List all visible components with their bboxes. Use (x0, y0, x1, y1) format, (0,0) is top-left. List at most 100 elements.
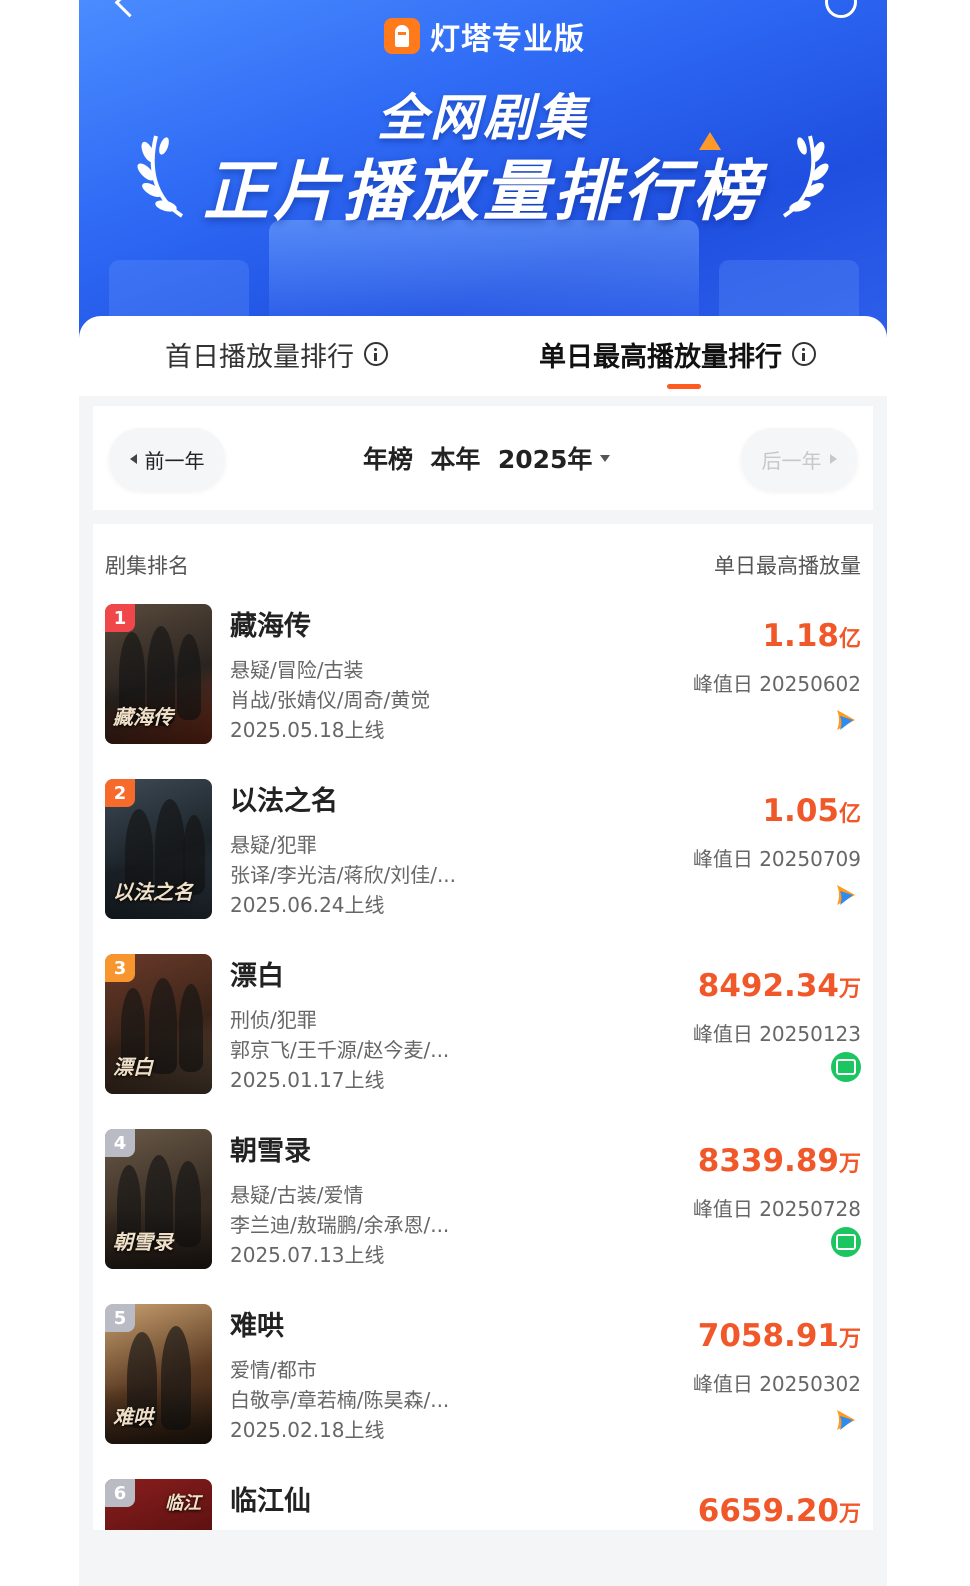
peak-play-count: 8339.89万 (698, 1143, 861, 1179)
poster-title: 藏海传 (113, 705, 173, 729)
banner-title-line2: 正片播放量排行榜 (203, 153, 763, 230)
peak-day: 峰值日 20250602 (692, 672, 861, 696)
tab-label: 单日最高播放量排行 (539, 341, 782, 373)
peak-play-value: 7058.91 (697, 1318, 839, 1354)
iqiyi-icon (831, 1227, 861, 1257)
previous-year-button[interactable]: 前一年 (109, 428, 225, 490)
drama-title: 临江仙 (230, 1486, 311, 1517)
list-item[interactable]: 漂白 3 漂白 刑侦/犯罪 郭京飞/王千源/赵今麦/... 2025.01.17… (93, 954, 873, 1129)
triangle-left-icon (129, 454, 137, 464)
poster-image: 藏海传 1 (105, 604, 212, 744)
info-icon[interactable] (364, 342, 388, 366)
peak-day: 峰值日 20250709 (692, 847, 861, 871)
drama-cast: 白敬亭/章若楠/陈昊森/... (230, 1388, 450, 1412)
drama-title: 以法之名 (230, 786, 338, 817)
year-dropdown-label: 年榜 本年 2025年 (363, 445, 593, 474)
list-item[interactable]: 难哄 5 难哄 爱情/都市 白敬亭/章若楠/陈昊森/... 2025.02.18… (93, 1304, 873, 1479)
peak-day: 峰值日 20250728 (692, 1197, 861, 1221)
drama-cast: 李兰迪/敖瑞鹏/余承恩/... (230, 1213, 450, 1237)
peak-play-count: 7058.91万 (698, 1318, 861, 1354)
peak-play-value: 1.18 (762, 618, 839, 654)
ranking-tabs: 首日播放量排行 单日最高播放量排行 (79, 316, 887, 396)
drama-genre: 悬疑/古装/爱情 (230, 1183, 364, 1207)
previous-year-label: 前一年 (144, 448, 205, 473)
poster-image: 朝雪录 4 (105, 1129, 212, 1269)
laurel-right-icon (782, 135, 829, 218)
up-arrow-icon (699, 132, 721, 150)
brand: 灯塔专业版 (384, 14, 585, 58)
tencent-video-icon (837, 1410, 855, 1430)
drama-title: 朝雪录 (230, 1136, 311, 1167)
podium-decoration (269, 220, 699, 330)
info-icon[interactable] (792, 342, 816, 366)
drama-release-date: 2025.07.13上线 (230, 1243, 385, 1267)
peak-play-unit: 万 (838, 977, 861, 1002)
year-dropdown[interactable]: 年榜 本年 2025年 (363, 440, 611, 476)
tab-label: 首日播放量排行 (165, 341, 354, 373)
rank-badge: 2 (105, 779, 135, 807)
active-tab-indicator (667, 384, 701, 389)
peak-play-count: 1.05亿 (762, 793, 861, 829)
drama-title: 难哄 (230, 1311, 284, 1342)
next-year-label: 后一年 (761, 448, 822, 473)
drama-release-date: 2025.06.24上线 (230, 893, 385, 917)
next-year-button[interactable]: 后一年 (741, 428, 857, 490)
poster-title: 朝雪录 (113, 1230, 173, 1254)
poster-image: 以法之名 2 (105, 779, 212, 919)
caret-down-icon (600, 454, 611, 462)
column-header-peak-plays: 单日最高播放量 (714, 554, 861, 578)
triangle-right-icon (829, 454, 837, 464)
tab-single-day-peak-plays[interactable]: 单日最高播放量排行 (539, 334, 816, 374)
rank-badge: 5 (105, 1304, 135, 1332)
drama-title: 漂白 (230, 961, 284, 992)
drama-cast: 郭京飞/王千源/赵今麦/... (230, 1038, 450, 1062)
drama-release-date: 2025.05.18上线 (230, 718, 385, 742)
list-item[interactable]: 以法之名 2 以法之名 悬疑/犯罪 张译/李光洁/蒋欣/刘佳/... 2025.… (93, 779, 873, 954)
peak-day: 峰值日 20250302 (692, 1372, 861, 1396)
poster-image: 难哄 5 (105, 1304, 212, 1444)
drama-genre: 悬疑/犯罪 (230, 833, 317, 857)
drama-genre: 爱情/都市 (230, 1358, 317, 1382)
peak-play-value: 1.05 (762, 793, 839, 829)
app-screen: 灯塔专业版 全网剧集 正片播放量排行榜 首日播放量排行 单日最高播放量排行 前一… (79, 0, 887, 1586)
peak-play-value: 8339.89 (697, 1143, 839, 1179)
brand-name: 灯塔专业版 (430, 22, 585, 57)
peak-play-count: 8492.34万 (698, 968, 861, 1004)
peak-play-count: 6659.20万 (698, 1493, 861, 1529)
share-icon[interactable] (825, 0, 857, 18)
tencent-video-icon (837, 710, 855, 730)
rank-badge: 6 (105, 1479, 135, 1507)
peak-play-unit: 万 (838, 1327, 861, 1352)
poster-title: 以法之名 (113, 880, 193, 904)
drama-cast: 肖战/张婧仪/周奇/黄觉 (230, 688, 431, 712)
list-item[interactable]: 藏海传 1 藏海传 悬疑/冒险/古装 肖战/张婧仪/周奇/黄觉 2025.05.… (93, 604, 873, 779)
poster-title: 漂白 (113, 1055, 153, 1079)
peak-play-unit: 万 (838, 1152, 861, 1177)
rank-badge: 4 (105, 1129, 135, 1157)
drama-cast: 张译/李光洁/蒋欣/刘佳/... (230, 863, 457, 887)
year-selector: 前一年 年榜 本年 2025年 后一年 (93, 406, 873, 510)
bottom-bar (79, 1530, 887, 1586)
peak-day: 峰值日 20250123 (692, 1022, 861, 1046)
column-header-drama-rank: 剧集排名 (105, 554, 189, 578)
back-arrow-icon[interactable] (114, 0, 145, 18)
peak-play-unit: 万 (838, 1502, 861, 1527)
tencent-video-icon (837, 885, 855, 905)
ranking-list: 剧集排名 单日最高播放量 藏海传 1 藏海传 悬疑/冒险/古装 肖战/张婧仪/周… (93, 524, 873, 1586)
drama-title: 藏海传 (230, 611, 311, 642)
poster-image: 漂白 3 (105, 954, 212, 1094)
tab-first-day-plays[interactable]: 首日播放量排行 (165, 334, 388, 374)
lighthouse-logo-icon (384, 18, 420, 54)
drama-genre: 刑侦/犯罪 (230, 1008, 317, 1032)
rank-badge: 3 (105, 954, 135, 982)
list-item[interactable]: 朝雪录 4 朝雪录 悬疑/古装/爱情 李兰迪/敖瑞鹏/余承恩/... 2025.… (93, 1129, 873, 1304)
peak-play-value: 6659.20 (697, 1493, 839, 1529)
poster-title: 难哄 (113, 1405, 153, 1429)
iqiyi-icon (831, 1052, 861, 1082)
drama-release-date: 2025.01.17上线 (230, 1068, 385, 1092)
poster-title: 临江 (165, 1493, 201, 1514)
laurel-left-icon (137, 135, 184, 218)
ranking-banner: 灯塔专业版 全网剧集 正片播放量排行榜 (79, 0, 887, 340)
peak-play-unit: 亿 (838, 802, 861, 827)
rank-badge: 1 (105, 604, 135, 632)
